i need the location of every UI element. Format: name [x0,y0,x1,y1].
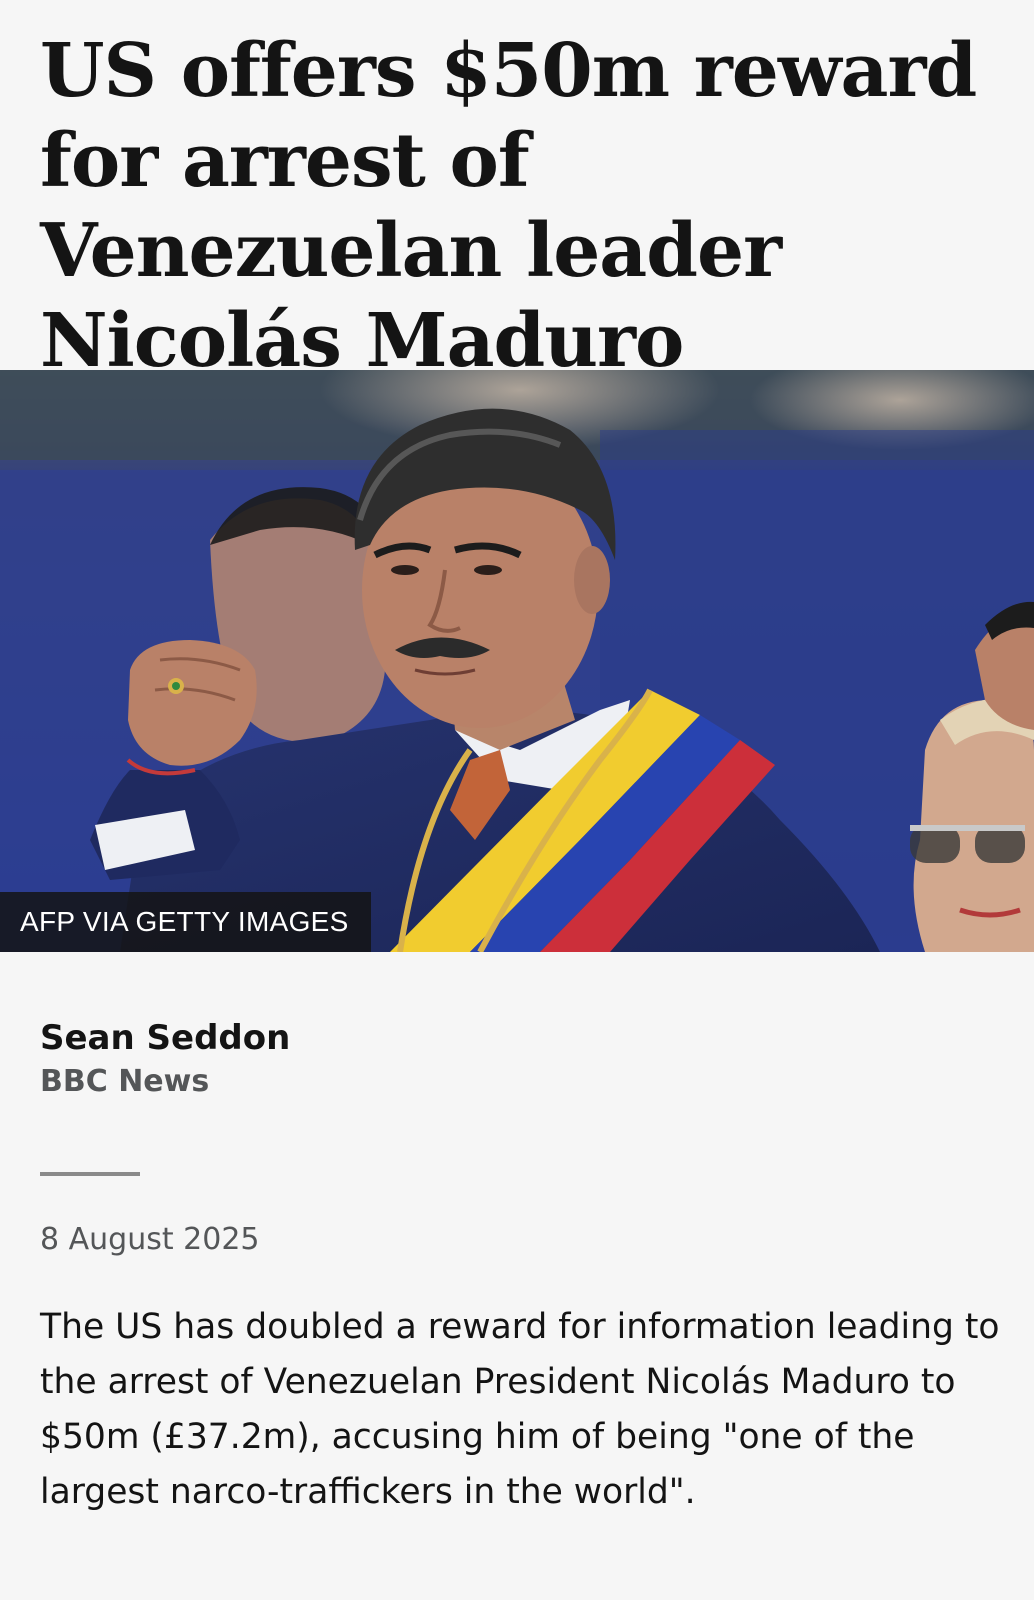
headline: US offers $50m reward for arrest of Vene… [40,28,977,384]
hero-photo [0,370,1034,952]
hero-image: AFP VIA GETTY IMAGES [0,370,1034,952]
divider [40,1172,140,1176]
article-lead: The US has doubled a reward for informat… [40,1307,1000,1512]
author-name[interactable]: Sean Seddon [40,1016,290,1060]
byline: Sean Seddon BBC News [40,1016,290,1104]
outlet-name: BBC News [40,1064,210,1099]
image-credit: AFP VIA GETTY IMAGES [0,892,371,952]
publish-date: 8 August 2025 [40,1222,260,1257]
